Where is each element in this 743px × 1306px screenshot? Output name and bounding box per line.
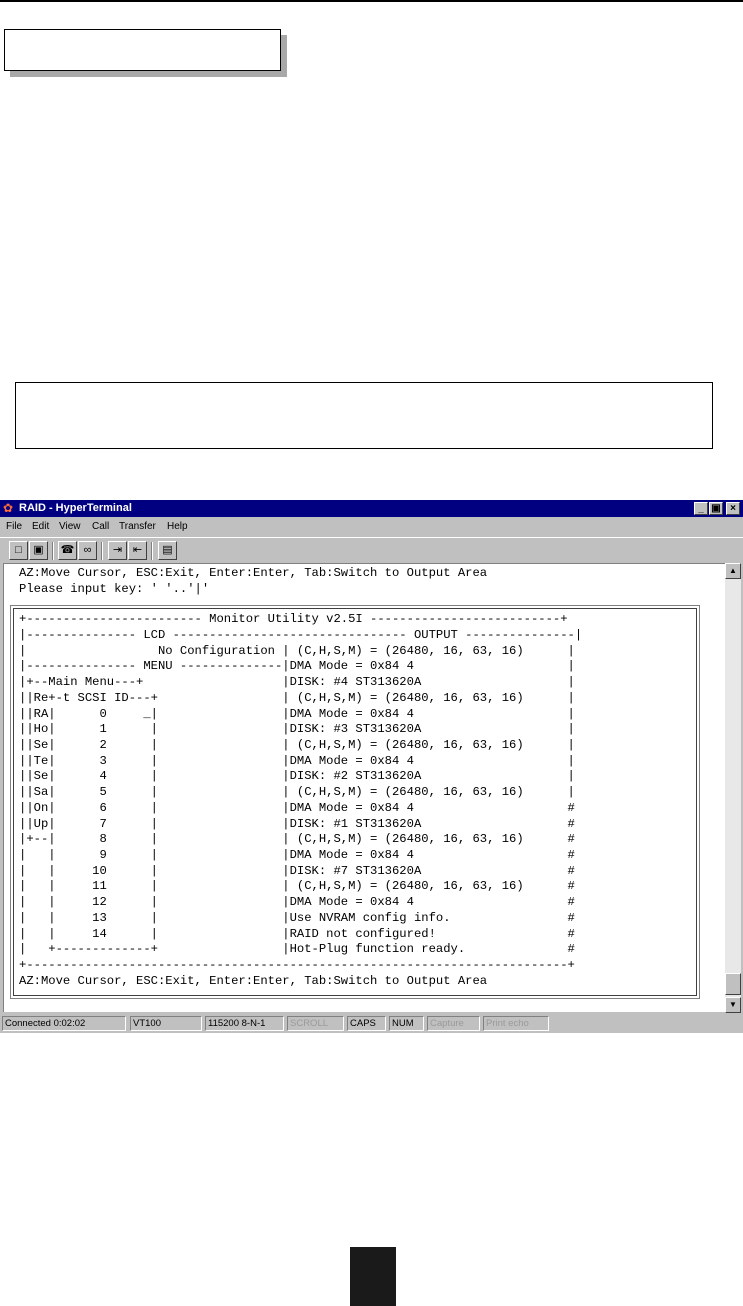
terminal-line: ||Ho| 1 | |DISK: #3 ST313620A | [19, 722, 575, 736]
terminal-line: | +-------------+ |Hot-Plug function rea… [19, 942, 575, 956]
menu-call[interactable]: Call [92, 518, 109, 536]
terminal-line: | | 14 | |RAID not configured! # [19, 927, 575, 941]
status-emulation: VT100 [130, 1016, 202, 1031]
terminal-line: +---------------------------------------… [19, 958, 575, 972]
status-caps: CAPS [347, 1016, 386, 1031]
terminal-line: ||Se| 2 | | (C,H,S,M) = (26480, 16, 63, … [19, 738, 575, 752]
terminal-line: |--------------- MENU --------------|DMA… [19, 659, 575, 673]
terminal-line: | | 9 | |DMA Mode = 0x84 4 # [19, 848, 575, 862]
terminal-line: AZ:Move Cursor, ESC:Exit, Enter:Enter, T… [19, 974, 488, 988]
title-bar: ✿ RAID - HyperTerminal _ ▣ × [0, 500, 743, 517]
status-capture: Capture [427, 1016, 480, 1031]
terminal-area[interactable]: AZ:Move Cursor, ESC:Exit, Enter:Enter, T… [3, 563, 726, 1012]
toolbar-separator [52, 542, 54, 560]
status-print-echo: Print echo [483, 1016, 549, 1031]
terminal-line: | No Configuration | (C,H,S,M) = (26480,… [19, 644, 575, 658]
toolbar: □ ▣ ☎ ∞ ⇥ ⇤ ▤ [0, 537, 743, 564]
menu-edit[interactable]: Edit [32, 518, 49, 536]
menu-bar: File Edit View Call Transfer Help [0, 518, 743, 536]
terminal-line: | | 12 | |DMA Mode = 0x84 4 # [19, 895, 575, 909]
terminal-line: ||Sa| 5 | | (C,H,S,M) = (26480, 16, 63, … [19, 785, 575, 799]
terminal-line: ||Te| 3 | |DMA Mode = 0x84 4 | [19, 754, 575, 768]
properties-icon[interactable]: ▤ [158, 541, 177, 560]
vertical-scrollbar[interactable]: ▲ ▼ [725, 563, 741, 1013]
toolbar-separator [151, 542, 153, 560]
page-number-tab [350, 1247, 396, 1306]
terminal-line: |--------------- LCD -------------------… [19, 628, 583, 642]
menu-help[interactable]: Help [167, 518, 188, 536]
new-document-icon[interactable]: □ [9, 541, 28, 560]
terminal-line: |+--Main Menu---+ |DISK: #4 ST313620A | [19, 675, 575, 689]
menu-view[interactable]: View [59, 518, 81, 536]
terminal-line: ||Se| 4 | |DISK: #2 ST313620A | [19, 769, 575, 783]
status-num: NUM [389, 1016, 424, 1031]
terminal-line: ||Re+-t SCSI ID---+ | (C,H,S,M) = (26480… [19, 691, 575, 705]
hyperterminal-icon: ✿ [3, 501, 14, 515]
terminal-line: AZ:Move Cursor, ESC:Exit, Enter:Enter, T… [19, 566, 488, 580]
top-rule [0, 0, 743, 2]
toolbar-separator [101, 542, 103, 560]
terminal-line: ||On| 6 | |DMA Mode = 0x84 4 # [19, 801, 575, 815]
status-connected: Connected 0:02:02 [2, 1016, 126, 1031]
window-title: RAID - HyperTerminal [19, 502, 132, 514]
receive-icon[interactable]: ⇤ [128, 541, 147, 560]
status-port: 115200 8-N-1 [205, 1016, 284, 1031]
terminal-line: +------------------------ Monitor Utilit… [19, 612, 568, 626]
terminal-line: Please input key: ' '..'|' [19, 582, 210, 596]
send-icon[interactable]: ⇥ [108, 541, 127, 560]
terminal-line: ||Up| 7 | |DISK: #1 ST313620A # [19, 817, 575, 831]
hyperterminal-window: ✿ RAID - HyperTerminal _ ▣ × File Edit V… [0, 500, 743, 1033]
minimize-button[interactable]: _ [694, 502, 708, 515]
terminal-line: | | 11 | | (C,H,S,M) = (26480, 16, 63, 1… [19, 879, 575, 893]
note-box [15, 382, 713, 449]
phone-icon[interactable]: ☎ [58, 541, 77, 560]
close-button[interactable]: × [726, 502, 740, 515]
maximize-button[interactable]: ▣ [709, 502, 723, 515]
section-title-box [4, 29, 281, 71]
scroll-down-icon[interactable]: ▼ [725, 997, 741, 1013]
terminal-line: | | 10 | |DISK: #7 ST313620A # [19, 864, 575, 878]
menu-transfer[interactable]: Transfer [119, 518, 156, 536]
disconnect-icon[interactable]: ∞ [78, 541, 97, 560]
status-scroll: SCROLL [287, 1016, 344, 1031]
terminal-line: |+--| 8 | | (C,H,S,M) = (26480, 16, 63, … [19, 832, 575, 846]
menu-file[interactable]: File [6, 518, 22, 536]
scroll-up-icon[interactable]: ▲ [725, 563, 741, 579]
terminal-line: | | 13 | |Use NVRAM config info. # [19, 911, 575, 925]
status-bar: Connected 0:02:02 VT100 115200 8-N-1 SCR… [0, 1014, 743, 1033]
terminal-line: ||RA| 0 _| |DMA Mode = 0x84 4 | [19, 707, 575, 721]
open-folder-icon[interactable]: ▣ [29, 541, 48, 560]
scroll-thumb[interactable] [725, 973, 741, 995]
terminal-text: AZ:Move Cursor, ESC:Exit, Enter:Enter, T… [4, 564, 726, 1012]
